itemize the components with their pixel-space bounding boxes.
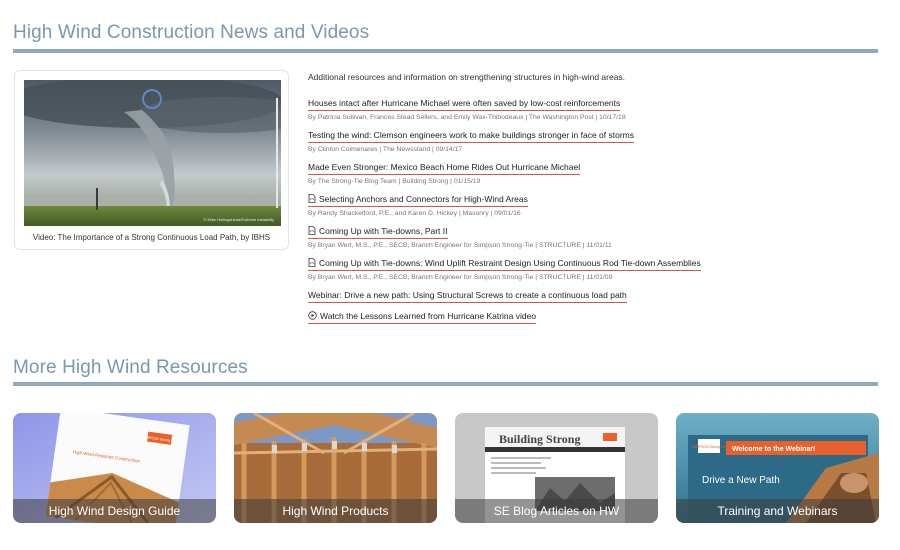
article-link[interactable]: Selecting Anchors and Connectors for Hig… xyxy=(308,194,528,207)
tile-high-wind-design-guide[interactable]: SIMPSON Strong-Tie High-Wind-Resistant C… xyxy=(13,413,216,523)
article-title: Testing the wind: Clemson engineers work… xyxy=(308,130,634,140)
article-byline: By Patricia Sullivan, Frances Stead Sell… xyxy=(308,114,626,121)
article-item: Houses intact after Hurricane Michael we… xyxy=(308,93,878,125)
article-title: Webinar: Drive a new path: Using Structu… xyxy=(308,290,627,300)
article-link[interactable]: Webinar: Drive a new path: Using Structu… xyxy=(308,290,627,303)
article-link[interactable]: Houses intact after Hurricane Michael we… xyxy=(308,98,621,111)
tornado-image: © Mike Hollingshead/Extreme Instability xyxy=(24,80,281,226)
article-title: Watch the Lessons Learned from Hurricane… xyxy=(320,311,537,321)
webinar-headline: Drive a New Path xyxy=(702,475,780,486)
pdf-icon xyxy=(308,194,316,203)
play-circle-icon xyxy=(308,311,317,320)
article-byline: By Bryan Wert, M.S., P.E., SECB, Branch … xyxy=(308,242,612,249)
article-link[interactable]: Coming Up with Tie-downs: Wind Uplift Re… xyxy=(308,258,701,271)
brand-text: SIMPSON Strong-Tie xyxy=(692,445,725,449)
blog-masthead: Building Strong xyxy=(499,432,580,446)
article-list: Houses intact after Hurricane Michael we… xyxy=(308,93,878,327)
article-item: Watch the Lessons Learned from Hurricane… xyxy=(308,306,878,327)
tile-label: High Wind Products xyxy=(234,499,437,523)
article-link[interactable]: Testing the wind: Clemson engineers work… xyxy=(308,130,634,143)
article-item: Webinar: Drive a new path: Using Structu… xyxy=(308,285,878,306)
article-link[interactable]: Made Even Stronger: Mexico Beach Home Ri… xyxy=(308,162,581,175)
article-item: Coming Up with Tie-downs: Wind Uplift Re… xyxy=(308,253,878,285)
article-item: Coming Up with Tie-downs, Part II By Brya… xyxy=(308,221,878,253)
article-title: Coming Up with Tie-downs, Part II xyxy=(319,226,448,236)
video-thumbnail[interactable]: © Mike Hollingshead/Extreme Instability xyxy=(24,80,281,226)
tile-label: SE Blog Articles on HW xyxy=(455,499,658,523)
resources-section-title: More High Wind Resources xyxy=(13,357,248,378)
article-link[interactable]: Coming Up with Tie-downs, Part II xyxy=(308,226,448,239)
news-section-divider xyxy=(13,49,878,53)
tile-label: Training and Webinars xyxy=(676,499,879,523)
intro-text: Additional resources and information on … xyxy=(308,72,626,82)
thumb-credit: © Mike Hollingshead/Extreme Instability xyxy=(203,217,274,222)
article-title: Houses intact after Hurricane Michael we… xyxy=(308,98,621,108)
article-item: Testing the wind: Clemson engineers work… xyxy=(308,125,878,157)
article-byline: By Clinton Colmenares | The Newsstand | … xyxy=(308,146,463,153)
video-card[interactable]: © Mike Hollingshead/Extreme Instability … xyxy=(14,70,289,250)
pdf-icon xyxy=(308,226,316,235)
article-title: Selecting Anchors and Connectors for Hig… xyxy=(319,194,528,204)
news-section-title: High Wind Construction News and Videos xyxy=(13,22,370,43)
tile-training-webinars[interactable]: Welcome to the Webinar! SIMPSON Strong-T… xyxy=(676,413,879,523)
article-title: Coming Up with Tie-downs: Wind Uplift Re… xyxy=(319,258,701,268)
article-title: Made Even Stronger: Mexico Beach Home Ri… xyxy=(308,162,581,172)
article-byline: By Bryan Wert, M.S., P.E., SECB, Branch … xyxy=(308,274,613,281)
article-item: Made Even Stronger: Mexico Beach Home Ri… xyxy=(308,157,878,189)
tile-se-blog-articles[interactable]: Building Strong SE Blog Articles on HW xyxy=(455,413,658,523)
tile-high-wind-products[interactable]: High Wind Products xyxy=(234,413,437,523)
video-caption: Video: The Importance of a Strong Contin… xyxy=(32,233,271,242)
webinar-banner-text: Welcome to the Webinar! xyxy=(732,446,815,453)
tile-label: High Wind Design Guide xyxy=(13,499,216,523)
article-item: Selecting Anchors and Connectors for Hig… xyxy=(308,189,878,221)
article-byline: By The Strong-Tie Blog Team | Building S… xyxy=(308,178,481,185)
article-byline: By Randy Shackelford, P.E., and Karen D.… xyxy=(308,210,521,217)
pdf-icon xyxy=(308,258,316,267)
resources-section-divider xyxy=(13,382,878,386)
article-link[interactable]: Watch the Lessons Learned from Hurricane… xyxy=(308,311,537,324)
